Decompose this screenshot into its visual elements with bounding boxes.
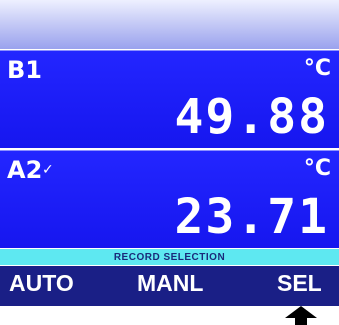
channel-label: B1 <box>7 56 42 84</box>
softkey-bar: AUTO MANL SEL <box>0 266 339 306</box>
auto-button[interactable]: AUTO <box>9 270 74 297</box>
channel-label: A2 <box>7 156 43 184</box>
channel-panel-a2[interactable]: A2 ✓ °C 23.71 <box>0 150 339 248</box>
channel-value: 23.71 <box>174 189 329 245</box>
instrument-display: B1 °C 49.88 A2 ✓ °C 23.71 RECORD SELECTI… <box>0 0 339 325</box>
up-arrow-icon <box>285 306 317 325</box>
unit-label: °C <box>303 56 331 81</box>
record-selection-label: RECORD SELECTION <box>113 251 226 263</box>
manual-button[interactable]: MANL <box>137 270 203 297</box>
check-icon: ✓ <box>42 162 54 178</box>
unit-label: °C <box>303 156 331 181</box>
record-selection-bar: RECORD SELECTION <box>0 249 339 265</box>
channel-value: 49.88 <box>174 89 329 145</box>
select-button[interactable]: SEL <box>277 270 322 297</box>
channel-panel-b1[interactable]: B1 °C 49.88 <box>0 50 339 148</box>
title-bar <box>0 0 339 49</box>
